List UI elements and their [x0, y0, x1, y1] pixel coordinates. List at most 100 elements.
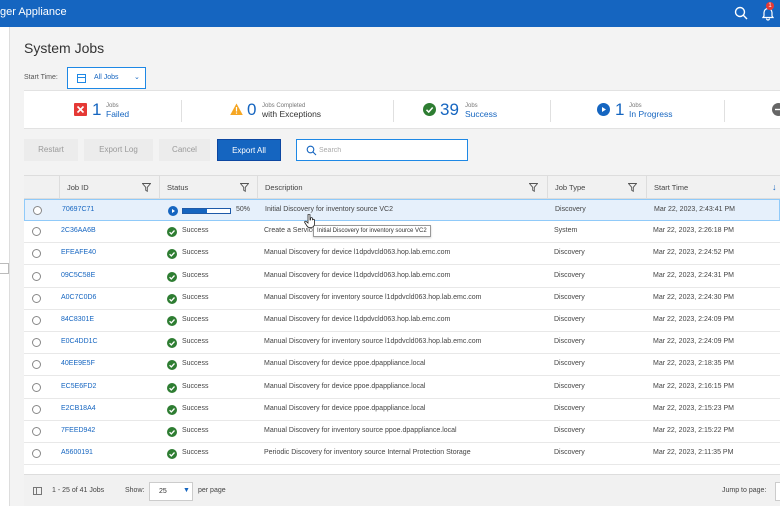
summary-exceptions[interactable]: 0 Jobs Completed with Exceptions	[230, 91, 360, 130]
column-status[interactable]: Status	[159, 176, 257, 199]
notification-badge: 1	[766, 2, 774, 10]
job-id-link[interactable]: EC5E6FD2	[61, 383, 96, 390]
start-time-value: All Jobs	[94, 74, 119, 81]
start-time-text: Mar 22, 2023, 2:24:31 PM	[653, 271, 734, 279]
start-time-text: Mar 22, 2023, 2:15:23 PM	[653, 404, 734, 412]
job-type-text: Discovery	[554, 271, 585, 279]
status-text: Success	[182, 382, 209, 390]
job-id-link[interactable]: A5600191	[61, 449, 93, 456]
column-job-id[interactable]: Job ID	[59, 176, 159, 199]
filter-icon[interactable]	[240, 183, 249, 192]
hand-cursor-icon	[304, 214, 315, 228]
failed-icon	[74, 103, 87, 116]
job-id-link[interactable]: 2C36AA6B	[61, 227, 96, 234]
sort-desc-icon[interactable]: ↓	[772, 182, 777, 192]
start-time-text: Mar 22, 2023, 2:24:30 PM	[653, 293, 734, 301]
job-id-link[interactable]: 40EE9E5F	[61, 360, 95, 367]
table-row[interactable]: 70697C71 50% Initial Discovery for invento…	[24, 199, 780, 221]
export-all-button[interactable]: Export All	[217, 139, 281, 161]
job-type-text: Discovery	[554, 382, 585, 390]
job-id-link[interactable]: E0C4DD1C	[61, 338, 98, 345]
jump-to-page-label: Jump to page:	[722, 487, 767, 494]
row-select-radio[interactable]	[32, 316, 41, 325]
column-start-time[interactable]: Start Time	[646, 176, 780, 199]
filter-icon[interactable]	[628, 183, 637, 192]
description-text: Manual Discovery for device ppoe.dpappli…	[264, 360, 426, 368]
table-row[interactable]: 40EE9E5F Success Manual Discovery for devi…	[24, 354, 780, 377]
description-text: Periodic Discovery for inventory source …	[264, 449, 471, 457]
start-time-select[interactable]: All Jobs ⌄	[67, 67, 146, 89]
job-id-link[interactable]: A0C7C0D6	[61, 294, 96, 301]
row-select-radio[interactable]	[32, 427, 41, 436]
filter-icon[interactable]	[529, 183, 538, 192]
columns-icon[interactable]	[33, 487, 42, 495]
start-time-text: Mar 22, 2023, 2:24:09 PM	[653, 316, 734, 323]
job-id-link[interactable]: 7FEED942	[61, 427, 95, 434]
in-progress-icon	[597, 103, 610, 116]
column-job-type[interactable]: Job Type	[547, 176, 646, 199]
table-footer: 1 - 25 of 41 Jobs Show: 25 ▼ per page Ju…	[24, 474, 780, 506]
row-select-radio[interactable]	[32, 293, 41, 303]
left-nav-strip	[0, 27, 10, 506]
row-select-radio[interactable]	[32, 404, 41, 414]
search-icon[interactable]	[733, 5, 749, 21]
column-description[interactable]: Description	[257, 176, 547, 199]
row-select-radio[interactable]	[32, 227, 41, 237]
start-time-text: Mar 22, 2023, 2:16:15 PM	[653, 382, 734, 390]
job-id-link[interactable]: 84C8301E	[61, 316, 94, 323]
job-id-link[interactable]: 09C5C58E	[61, 272, 95, 279]
export-log-button[interactable]: Export Log	[84, 139, 153, 161]
job-id-link[interactable]: EFEAFE40	[61, 249, 96, 256]
row-select-radio[interactable]	[32, 382, 41, 392]
start-time-text: Mar 22, 2023, 2:24:52 PM	[653, 249, 734, 257]
table-row[interactable]: EFEAFE40 Success Manual Discovery for devi…	[24, 243, 780, 266]
table-row[interactable]: 7FEED942 Success Manual Discovery for inve…	[24, 421, 780, 443]
row-select-radio[interactable]	[32, 360, 41, 370]
table-header: Job ID Status Description Job Type Start…	[24, 176, 780, 199]
page-size-select[interactable]: 25 ▼	[149, 482, 193, 501]
row-select-radio[interactable]	[32, 271, 41, 281]
table-row[interactable]: 84C8301E Success Manual Discovery for devi…	[24, 310, 780, 332]
page-range: 1 - 25 of 41 Jobs	[52, 487, 105, 494]
success-icon	[167, 338, 177, 349]
app-title: ger Appliance	[0, 6, 67, 18]
table-row[interactable]: EC5E6FD2 Success Manual Discovery for devi…	[24, 376, 780, 399]
status-text: Success	[182, 249, 209, 257]
table-row[interactable]: E2CB18A4 Success Manual Discovery for devi…	[24, 398, 780, 421]
search-input[interactable]	[319, 144, 459, 157]
description-text: Manual Discovery for inventory source l1…	[264, 293, 482, 301]
nav-expand-handle[interactable]	[0, 263, 9, 274]
row-select-radio[interactable]	[32, 449, 41, 459]
success-icon	[167, 404, 177, 415]
jump-to-page-input[interactable]	[775, 482, 780, 501]
in-progress-icon	[168, 206, 178, 216]
table-row[interactable]: A0C7C0D6 Success Manual Discovery for inve…	[24, 287, 780, 310]
row-select-radio[interactable]	[33, 206, 42, 215]
job-type-text: Discovery	[554, 293, 585, 301]
cancel-button[interactable]: Cancel	[159, 139, 210, 161]
row-select-radio[interactable]	[32, 249, 41, 259]
description-tooltip: Initial Discovery for inventory source V…	[313, 225, 431, 237]
description-text: Manual Discovery for inventory source pp…	[264, 427, 457, 434]
restart-button[interactable]: Restart	[24, 139, 78, 161]
table-row[interactable]: 09C5C58E Success Manual Discovery for devi…	[24, 265, 780, 288]
status-text: Success	[182, 449, 209, 457]
summary-in-progress[interactable]: 1 Jobs In Progress	[597, 91, 707, 130]
start-time-text: Mar 22, 2023, 2:24:09 PM	[653, 338, 734, 346]
success-icon	[167, 316, 177, 326]
more-status-icon	[772, 103, 780, 116]
filter-icon[interactable]	[142, 183, 151, 192]
row-select-radio[interactable]	[32, 338, 41, 348]
table-row[interactable]: E0C4DD1C Success Manual Discovery for inve…	[24, 332, 780, 355]
status-text: Success	[182, 271, 209, 279]
description-text: Initial Discovery for inventory source V…	[265, 206, 393, 213]
job-id-link[interactable]: 70697C71	[62, 206, 94, 213]
start-time-label: Start Time:	[24, 74, 58, 81]
progress-fill	[183, 209, 207, 213]
summary-failed[interactable]: 1 Jobs Failed	[74, 91, 174, 130]
table-row[interactable]: A5600191 Success Periodic Discovery for in…	[24, 443, 780, 466]
description-text: Manual Discovery for device l1dpdvcld063…	[264, 271, 451, 279]
summary-success[interactable]: 39 Jobs Success	[423, 91, 523, 130]
search-field[interactable]	[296, 139, 468, 161]
job-id-link[interactable]: E2CB18A4	[61, 405, 96, 412]
